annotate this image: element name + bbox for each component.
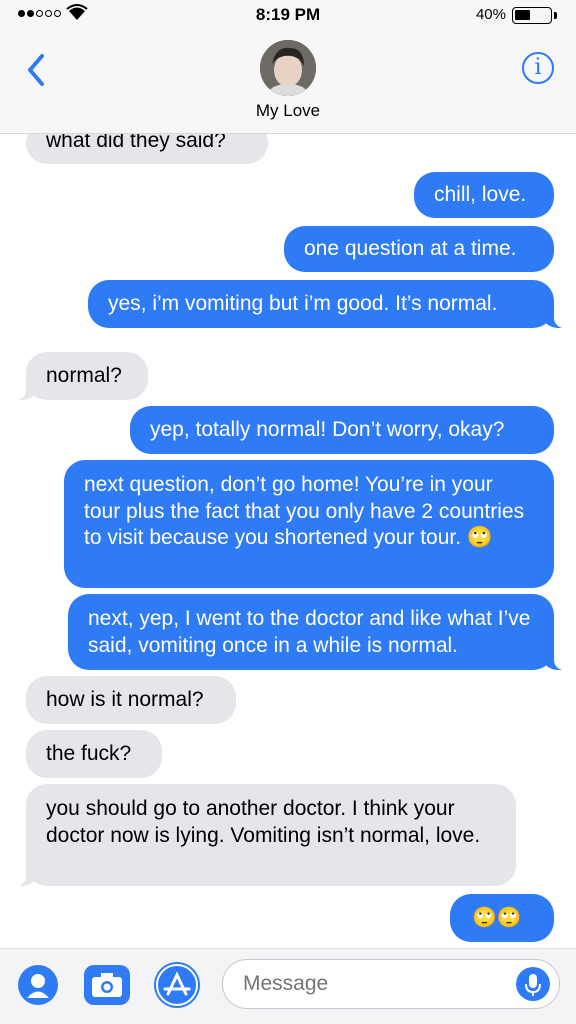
contact-name[interactable]: My Love	[0, 101, 576, 121]
battery-percent: 40%	[475, 6, 506, 23]
outgoing-message: next question, don’t go home! You’re in …	[64, 460, 554, 588]
avatar[interactable]	[260, 40, 316, 96]
message-thread: what did they said? chill, love. one que…	[0, 134, 576, 948]
outgoing-message: next, yep, I went to the doctor and like…	[68, 594, 566, 670]
incoming-message: what did they said?	[26, 134, 268, 164]
microphone-icon[interactable]	[516, 967, 550, 1001]
incoming-message: the fuck?	[26, 730, 162, 778]
incoming-message: you should go to another doctor. I think…	[14, 784, 516, 886]
incoming-message: how is it normal?	[26, 676, 236, 724]
outgoing-message: yes, i’m vomiting but i’m good. It’s nor…	[88, 280, 566, 328]
app-store-icon[interactable]	[154, 962, 200, 1008]
chevron-left-icon[interactable]	[22, 50, 52, 90]
message-input[interactable]	[222, 959, 560, 1009]
battery-icon	[512, 7, 552, 24]
outgoing-message: chill, love.	[414, 172, 554, 218]
composer-bar	[0, 948, 576, 1024]
status-bar: 8:19 PM 40%	[0, 0, 576, 30]
outgoing-message: yep, totally normal! Don’t worry, okay?	[130, 406, 554, 454]
person-icon[interactable]	[18, 965, 58, 1005]
incoming-message: normal?	[14, 352, 148, 400]
outgoing-message: one question at a time.	[284, 226, 554, 272]
camera-icon[interactable]	[84, 965, 130, 1005]
conversation-header: My Love i	[0, 30, 576, 134]
info-icon[interactable]: i	[522, 52, 554, 84]
outgoing-message: 🙄🙄	[450, 894, 554, 942]
